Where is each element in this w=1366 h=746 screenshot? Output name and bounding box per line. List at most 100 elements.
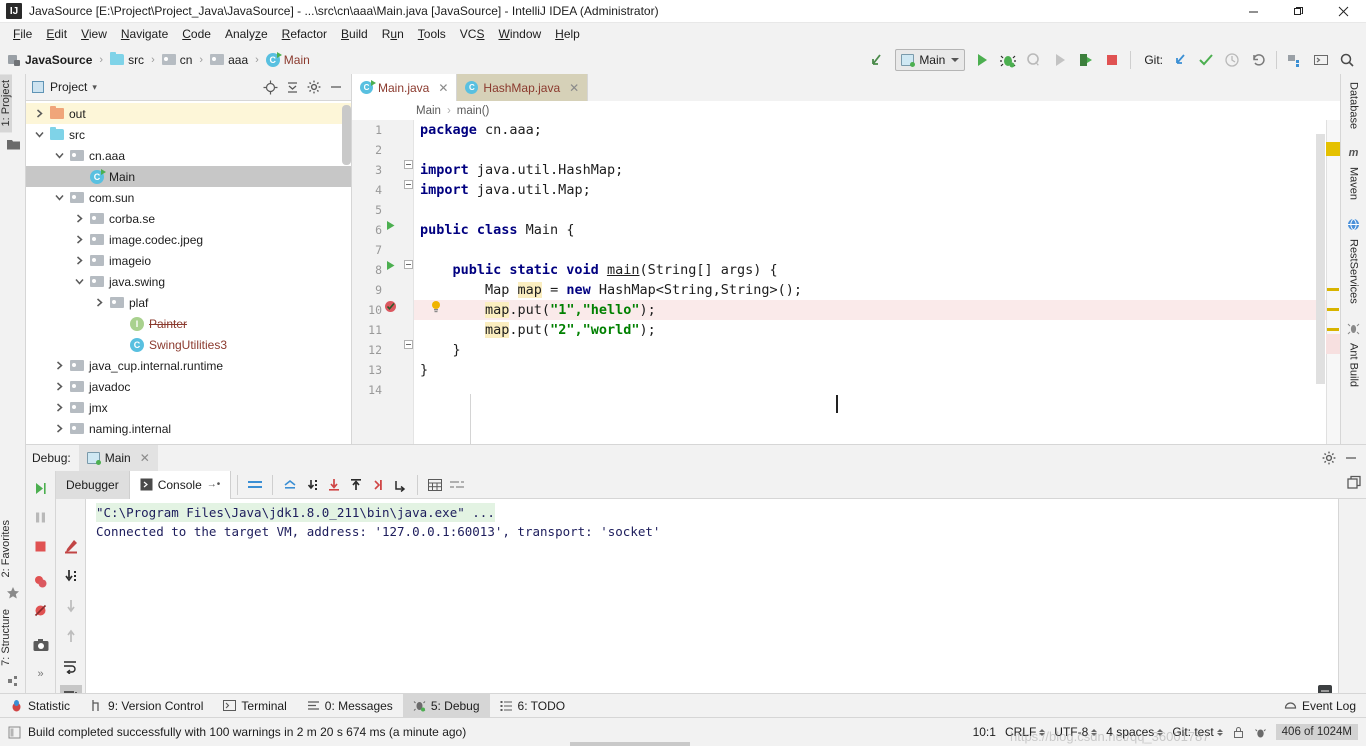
breadcrumb-item-cn[interactable]: cn bbox=[161, 53, 192, 67]
code-line[interactable]: import java.util.HashMap; bbox=[414, 160, 1340, 180]
settings-layout-icon[interactable] bbox=[446, 474, 468, 496]
chevron-down-icon[interactable] bbox=[52, 193, 66, 202]
tree-node[interactable]: plaf bbox=[26, 292, 351, 313]
chevron-down-icon[interactable] bbox=[32, 130, 46, 139]
mute-breakpoints-icon[interactable] bbox=[30, 599, 52, 621]
code-line[interactable] bbox=[414, 380, 1340, 400]
more-options-icon[interactable]: » bbox=[30, 663, 52, 685]
fold-toggle-icon[interactable] bbox=[404, 180, 413, 200]
run-gutter-icon[interactable] bbox=[385, 220, 396, 240]
run-with-coverage-button[interactable] bbox=[1021, 48, 1047, 72]
chevron-right-icon[interactable] bbox=[52, 382, 66, 391]
git-branch-selector[interactable]: Git: test bbox=[1172, 725, 1223, 739]
breadcrumb-method[interactable]: main() bbox=[457, 105, 490, 117]
view-breakpoints-icon[interactable] bbox=[30, 570, 52, 592]
code-line[interactable]: import java.util.Map; bbox=[414, 180, 1340, 200]
debug-session-tab[interactable]: Main ✕ bbox=[78, 445, 158, 471]
collapse-all-icon[interactable] bbox=[281, 76, 303, 98]
tree-node[interactable]: java_cup.internal.runtime bbox=[26, 355, 351, 376]
error-stripe-gutter[interactable] bbox=[1326, 120, 1340, 444]
code-line[interactable] bbox=[414, 240, 1340, 260]
step-out-icon[interactable] bbox=[367, 474, 389, 496]
editor-vertical-scrollbar[interactable] bbox=[1316, 134, 1325, 384]
fold-toggle-icon[interactable] bbox=[404, 260, 413, 280]
git-update-project-icon[interactable] bbox=[1167, 48, 1193, 72]
indent-selector[interactable]: 4 spaces bbox=[1106, 725, 1164, 739]
bottom-tab-terminal[interactable]: Terminal bbox=[213, 694, 296, 718]
intention-bulb-icon[interactable] bbox=[430, 300, 442, 320]
git-rollback-icon[interactable] bbox=[1245, 48, 1271, 72]
breakpoint-verified-icon[interactable] bbox=[384, 300, 397, 320]
tree-node[interactable]: java.swing bbox=[26, 271, 351, 292]
chevron-right-icon[interactable] bbox=[52, 361, 66, 370]
sidebar-item-project[interactable]: 1: Project bbox=[0, 74, 12, 133]
breadcrumb-item-main[interactable]: C Main bbox=[265, 51, 310, 67]
sidebar-item-maven[interactable]: m Maven bbox=[1348, 139, 1360, 210]
bottom-tab-messages[interactable]: 0: Messages bbox=[297, 694, 403, 718]
locate-icon[interactable] bbox=[259, 76, 281, 98]
hide-panel-icon[interactable] bbox=[325, 76, 347, 98]
chevron-right-icon[interactable] bbox=[52, 424, 66, 433]
run-button[interactable] bbox=[969, 48, 995, 72]
project-tree-scrollbar[interactable] bbox=[342, 105, 351, 165]
force-step-into-icon[interactable] bbox=[345, 474, 367, 496]
menu-navigate[interactable]: Navigate bbox=[114, 24, 175, 44]
code-line[interactable] bbox=[414, 140, 1340, 160]
tab-console[interactable]: Console →• bbox=[129, 470, 232, 499]
screenshot-icon[interactable] bbox=[30, 634, 52, 656]
chevron-down-icon[interactable] bbox=[72, 277, 86, 286]
step-over-icon[interactable] bbox=[60, 565, 82, 587]
sidebar-item-structure[interactable]: 7: Structure bbox=[0, 603, 12, 672]
tree-node[interactable]: image.codec.jpeg bbox=[26, 229, 351, 250]
stop-button[interactable] bbox=[1099, 48, 1125, 72]
breadcrumb-item-aaa[interactable]: aaa bbox=[210, 53, 248, 67]
chevron-right-icon[interactable] bbox=[72, 235, 86, 244]
menu-run[interactable]: Run bbox=[375, 24, 411, 44]
code-line[interactable]: } bbox=[414, 360, 1340, 380]
horizontal-scrollbar[interactable] bbox=[570, 742, 690, 746]
chevron-down-icon[interactable] bbox=[52, 151, 66, 160]
project-tree[interactable]: out src cn.aaa C Main com.sun corba.se image.co… bbox=[26, 101, 351, 444]
menu-refactor[interactable]: Refactor bbox=[275, 24, 334, 44]
step-into-icon[interactable] bbox=[323, 474, 345, 496]
code-line[interactable]: map.put("1","hello"); bbox=[414, 300, 1340, 320]
git-history-icon[interactable] bbox=[1219, 48, 1245, 72]
caret-position[interactable]: 10:1 bbox=[973, 725, 996, 739]
hide-panel-icon[interactable] bbox=[1340, 447, 1362, 469]
code-editor[interactable]: 1 2 3 4 5 6 7 8 9 10 11 12 13 14 package cn.aaa; impo… bbox=[352, 120, 1340, 444]
gear-icon[interactable] bbox=[1318, 447, 1340, 469]
bottom-tab-version-control[interactable]: 9: Version Control bbox=[80, 694, 213, 718]
code-line[interactable]: package cn.aaa; bbox=[414, 120, 1340, 140]
search-everywhere-icon[interactable] bbox=[1334, 48, 1360, 72]
sidebar-item-restservices[interactable]: RestServices bbox=[1347, 210, 1360, 314]
attach-to-process-button[interactable] bbox=[1073, 48, 1099, 72]
tree-node[interactable]: C SwingUtilities3 bbox=[26, 334, 351, 355]
close-icon[interactable]: ✕ bbox=[569, 81, 579, 95]
bottom-tab-debug[interactable]: 5: Debug bbox=[402, 693, 490, 718]
code-line[interactable]: } bbox=[414, 340, 1340, 360]
menu-tools[interactable]: Tools bbox=[411, 24, 453, 44]
event-log-button[interactable]: Event Log bbox=[1284, 699, 1366, 713]
tree-node[interactable]: cn.aaa bbox=[26, 145, 351, 166]
resume-program-icon[interactable] bbox=[30, 477, 52, 499]
run-to-cursor-icon[interactable] bbox=[60, 655, 82, 677]
layout-lines-icon[interactable] bbox=[244, 474, 266, 496]
stripe-marker[interactable] bbox=[1327, 288, 1339, 291]
menu-help[interactable]: Help bbox=[548, 24, 587, 44]
chevron-down-icon[interactable]: ▾ bbox=[92, 82, 97, 93]
tree-node[interactable]: src bbox=[26, 124, 351, 145]
tree-node[interactable]: naming.internal bbox=[26, 418, 351, 439]
stripe-marker[interactable] bbox=[1327, 328, 1339, 331]
run-gutter-icon[interactable] bbox=[385, 260, 396, 280]
menu-view[interactable]: View bbox=[74, 24, 114, 44]
terminal-icon[interactable] bbox=[1308, 48, 1334, 72]
chevron-right-icon[interactable] bbox=[32, 109, 46, 118]
minimize-button[interactable] bbox=[1231, 0, 1276, 23]
breadcrumb-item-src[interactable]: src bbox=[110, 52, 144, 67]
menu-file[interactable]: File bbox=[6, 24, 39, 44]
evaluate-expression-icon[interactable] bbox=[424, 474, 446, 496]
tree-node[interactable]: com.sun bbox=[26, 187, 351, 208]
debug-button[interactable] bbox=[995, 48, 1021, 72]
menu-edit[interactable]: Edit bbox=[39, 24, 74, 44]
back-arrow-icon[interactable] bbox=[865, 48, 891, 72]
